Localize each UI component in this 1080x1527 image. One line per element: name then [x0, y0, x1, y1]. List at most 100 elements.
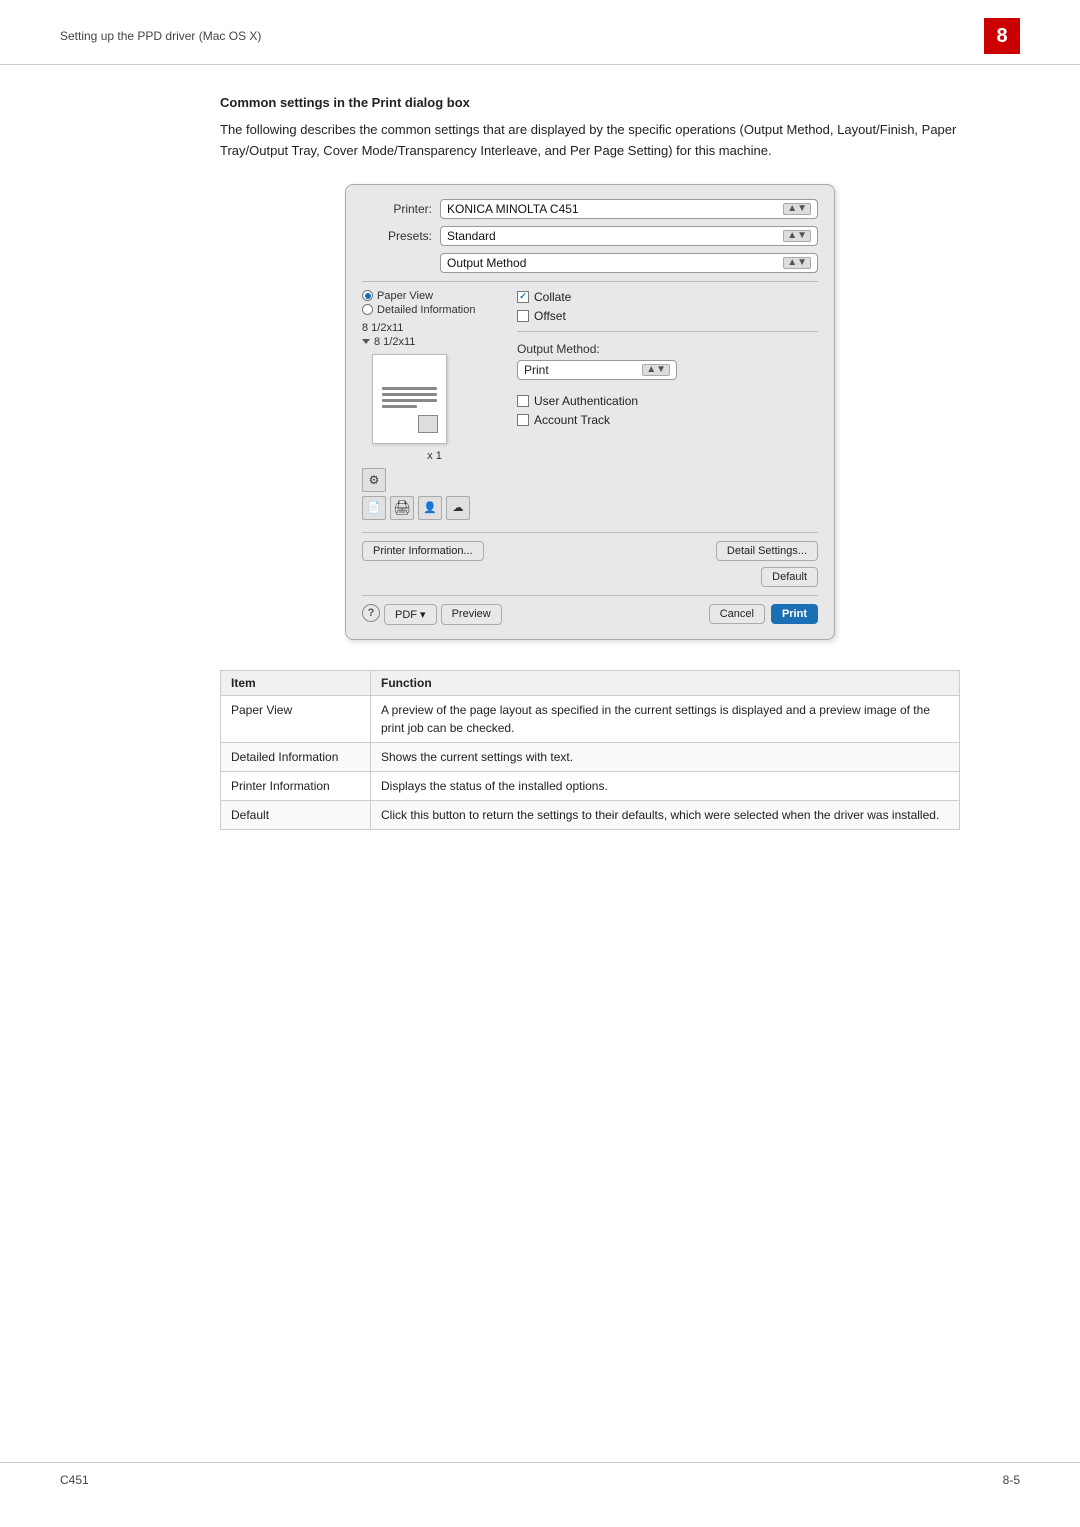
table-row: Default Click this button to return the … [221, 800, 960, 829]
paper-box [418, 415, 438, 433]
icon-row-1: ⚙ [362, 468, 507, 492]
separator-3 [362, 532, 818, 533]
bottom-right-buttons: Cancel Print [709, 604, 818, 624]
settings-icon-box[interactable]: ⚙ [362, 468, 386, 492]
pdf-button[interactable]: PDF ▾ [384, 604, 437, 625]
size-label-2: 8 1/2x11 [362, 336, 507, 348]
print-button[interactable]: Print [771, 604, 818, 624]
radio-group: Paper View Detailed Information [362, 290, 507, 316]
printer-stepper-icon: ▲▼ [783, 203, 811, 215]
printer-select[interactable]: KONICA MINOLTA C451 ▲▼ [440, 199, 818, 219]
output-method-dropdown[interactable]: Output Method ▲▼ [440, 253, 818, 273]
header-title: Setting up the PPD driver (Mac OS X) [60, 29, 261, 43]
page-header: Setting up the PPD driver (Mac OS X) 8 [0, 0, 1080, 65]
dialog-bottom-bar: ? PDF ▾ Preview Cancel Print [362, 604, 818, 625]
offset-row[interactable]: Offset [517, 309, 818, 323]
dialog-body: Paper View Detailed Information 8 1/2x11… [362, 290, 818, 524]
radio-paper-view[interactable]: Paper View [362, 290, 507, 302]
radio-paper-view-circle [362, 290, 373, 301]
pdf-row: ? PDF ▾ Preview [362, 604, 502, 625]
paper-preview [372, 354, 447, 444]
table-cell-function: Displays the status of the installed opt… [371, 771, 960, 800]
print-dialog: Printer: KONICA MINOLTA C451 ▲▼ Presets:… [345, 184, 835, 640]
radio-detailed[interactable]: Detailed Information [362, 304, 507, 316]
presets-stepper-icon: ▲▼ [783, 230, 811, 242]
collate-row[interactable]: Collate [517, 290, 818, 304]
separator-4 [362, 595, 818, 596]
page-footer: C451 8-5 [0, 1462, 1080, 1487]
table-cell-function: A preview of the page layout as specifie… [371, 695, 960, 742]
size-2-text: 8 1/2x11 [374, 336, 415, 348]
intro-text: The following describes the common setti… [220, 120, 960, 162]
default-btn-row: Default [362, 567, 818, 587]
paper-line-4 [382, 405, 417, 408]
table-col-function: Function [371, 670, 960, 695]
page: Setting up the PPD driver (Mac OS X) 8 C… [0, 0, 1080, 1527]
auth-section: User Authentication Account Track [517, 394, 818, 427]
paper-line-2 [382, 393, 437, 396]
printer-value: KONICA MINOLTA C451 [447, 202, 579, 216]
table-cell-item: Default [221, 800, 371, 829]
icon-row-2: 📄 🖨 👤 ☁ [362, 496, 507, 520]
radio-detailed-circle [362, 304, 373, 315]
separator-2 [517, 331, 818, 332]
presets-value: Standard [447, 229, 496, 243]
paper-line-1 [382, 387, 437, 390]
account-track-checkbox[interactable] [517, 414, 529, 426]
person-icon: 👤 [423, 501, 437, 514]
size-label-1: 8 1/2x11 [362, 322, 507, 334]
user-auth-checkbox[interactable] [517, 395, 529, 407]
output-select-value: Print [524, 363, 549, 377]
printer-row: Printer: KONICA MINOLTA C451 ▲▼ [362, 199, 818, 219]
presets-select[interactable]: Standard ▲▼ [440, 226, 818, 246]
output-stepper-icon: ▲▼ [642, 364, 670, 376]
output-select-row: Print ▲▼ [517, 360, 818, 380]
table-row: Paper View A preview of the page layout … [221, 695, 960, 742]
section-title: Common settings in the Print dialog box [220, 95, 960, 110]
offset-label: Offset [534, 309, 566, 323]
radio-detailed-label: Detailed Information [377, 304, 475, 316]
file-icon: 📄 [367, 501, 381, 514]
printer-info-button[interactable]: Printer Information... [362, 541, 484, 561]
person-icon-box: 👤 [418, 496, 442, 520]
paper-lines [382, 387, 437, 411]
output-method-dropdown-row: Output Method ▲▼ [362, 253, 818, 273]
size-1-text: 8 1/2x11 [362, 322, 403, 334]
user-auth-row[interactable]: User Authentication [517, 394, 818, 408]
page-number: 8 [984, 18, 1020, 54]
collate-checkbox[interactable] [517, 291, 529, 303]
table-col-item: Item [221, 670, 371, 695]
user-auth-label: User Authentication [534, 394, 638, 408]
footer-left: C451 [60, 1473, 89, 1487]
cancel-button[interactable]: Cancel [709, 604, 765, 624]
account-track-row[interactable]: Account Track [517, 413, 818, 427]
output-select[interactable]: Print ▲▼ [517, 360, 677, 380]
output-method-stepper-icon: ▲▼ [783, 257, 811, 269]
footer-right: 8-5 [1003, 1473, 1020, 1487]
presets-label: Presets: [362, 229, 432, 243]
printer-icon-box: 🖨 [390, 496, 414, 520]
offset-checkbox[interactable] [517, 310, 529, 322]
paper-line-3 [382, 399, 437, 402]
output-method-label: Output Method: [517, 342, 818, 356]
dialog-left-panel: Paper View Detailed Information 8 1/2x11… [362, 290, 507, 524]
table-row: Detailed Information Shows the current s… [221, 742, 960, 771]
collate-label: Collate [534, 290, 571, 304]
table-cell-item: Paper View [221, 695, 371, 742]
main-content: Common settings in the Print dialog box … [0, 65, 1080, 860]
radio-paper-view-label: Paper View [377, 290, 433, 302]
printer-label: Printer: [362, 202, 432, 216]
info-table: Item Function Paper View A preview of th… [220, 670, 960, 830]
detail-settings-button[interactable]: Detail Settings... [716, 541, 818, 561]
help-icon[interactable]: ? [362, 604, 380, 622]
default-button[interactable]: Default [761, 567, 818, 587]
presets-row: Presets: Standard ▲▼ [362, 226, 818, 246]
separator-1 [362, 281, 818, 282]
table-cell-item: Printer Information [221, 771, 371, 800]
preview-button[interactable]: Preview [441, 604, 502, 625]
table-cell-function: Click this button to return the settings… [371, 800, 960, 829]
triangle-down-icon [362, 339, 370, 344]
output-method-dropdown-value: Output Method [447, 256, 526, 270]
output-method-section: Output Method: Print ▲▼ [517, 342, 818, 380]
printer-icon: 🖨 [393, 499, 411, 516]
